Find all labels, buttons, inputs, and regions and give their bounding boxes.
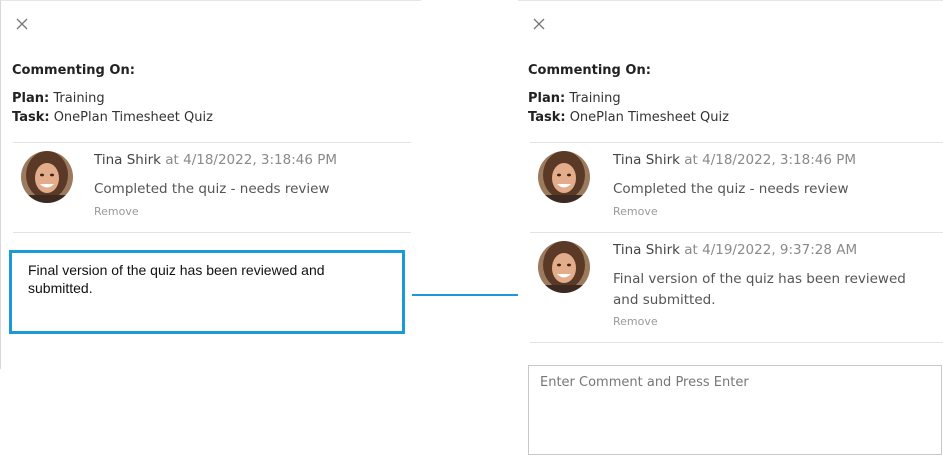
task-label: Task: — [528, 110, 566, 125]
plan-label: Plan: — [528, 91, 566, 106]
comment-text: Completed the quiz - needs review — [613, 181, 849, 197]
divider — [530, 342, 943, 343]
comment-meta: Tina Shirk at 4/18/2022, 3:18:46 PM — [94, 152, 337, 168]
remove-link[interactable]: Remove — [613, 205, 658, 218]
commenting-on-heading: Commenting On: — [528, 63, 651, 78]
close-icon[interactable] — [15, 17, 29, 31]
avatar — [21, 151, 73, 203]
avatar — [538, 241, 590, 293]
comment-item: Tina Shirk at 4/18/2022, 3:18:46 PM Comp… — [21, 151, 411, 223]
comment-timestamp: at 4/19/2022, 9:37:28 AM — [684, 242, 858, 258]
comment-author: Tina Shirk — [613, 152, 680, 168]
task-row: Task: OnePlan Timesheet Quiz — [12, 108, 213, 127]
task-row: Task: OnePlan Timesheet Quiz — [528, 108, 729, 127]
comment-item: Tina Shirk at 4/19/2022, 9:37:28 AM Fina… — [538, 241, 928, 333]
remove-link[interactable]: Remove — [94, 205, 139, 218]
plan-value: Training — [569, 91, 621, 106]
divider — [13, 232, 411, 233]
commenting-on-section: Commenting On: Plan: Training Task: OneP… — [12, 61, 213, 127]
task-value: OnePlan Timesheet Quiz — [569, 110, 729, 125]
comment-author: Tina Shirk — [613, 242, 680, 258]
plan-row: Plan: Training — [528, 89, 729, 108]
commenting-on-heading: Commenting On: — [12, 63, 135, 78]
comment-meta: Tina Shirk at 4/19/2022, 9:37:28 AM — [613, 242, 857, 258]
plan-label: Plan: — [12, 91, 50, 106]
comment-timestamp: at 4/18/2022, 3:18:46 PM — [165, 152, 338, 168]
task-value: OnePlan Timesheet Quiz — [53, 110, 213, 125]
comment-input[interactable] — [528, 365, 942, 455]
close-icon[interactable] — [532, 17, 546, 31]
plan-row: Plan: Training — [12, 89, 213, 108]
plan-value: Training — [53, 91, 105, 106]
comment-input-highlighted[interactable]: Final version of the quiz has been revie… — [9, 250, 405, 334]
comment-text: Completed the quiz - needs review — [94, 181, 330, 197]
avatar — [538, 151, 590, 203]
comment-author: Tina Shirk — [94, 152, 161, 168]
divider — [13, 142, 411, 143]
comment-meta: Tina Shirk at 4/18/2022, 3:18:46 PM — [613, 152, 856, 168]
comment-text: Final version of the quiz has been revie… — [613, 271, 906, 308]
commenting-on-section: Commenting On: Plan: Training Task: OneP… — [528, 61, 729, 127]
divider — [530, 142, 943, 143]
comment-timestamp: at 4/18/2022, 3:18:46 PM — [684, 152, 857, 168]
remove-link[interactable]: Remove — [613, 315, 658, 328]
comment-panel-after: Commenting On: Plan: Training Task: OneP… — [518, 0, 943, 455]
divider — [530, 232, 943, 233]
task-label: Task: — [12, 110, 50, 125]
comment-item: Tina Shirk at 4/18/2022, 3:18:46 PM Comp… — [538, 151, 928, 223]
